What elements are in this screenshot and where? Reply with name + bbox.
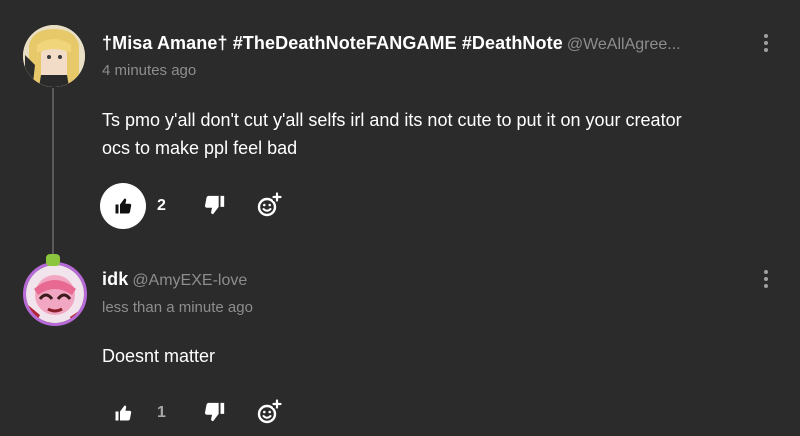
- username[interactable]: idk: [102, 269, 128, 289]
- comment-actions: 2: [100, 183, 320, 229]
- dislike-button[interactable]: [204, 401, 228, 425]
- add-reaction-button[interactable]: [256, 399, 282, 425]
- like-button[interactable]: [100, 390, 146, 436]
- user-handle[interactable]: @AmyEXE-love: [132, 272, 247, 289]
- thumbs-down-icon: [204, 402, 225, 422]
- comment-actions: 1: [100, 390, 320, 436]
- like-count: 1: [157, 404, 166, 421]
- username[interactable]: †Misa Amane† #TheDeathNoteFANGAME #Death…: [102, 33, 563, 53]
- thumbs-up-icon: [115, 405, 132, 421]
- add-reaction-icon: [257, 192, 282, 217]
- comment-header: †Misa Amane† #TheDeathNoteFANGAME #Death…: [102, 32, 681, 56]
- comment-body: Ts pmo y'all don't cut y'all selfs irl a…: [102, 106, 782, 162]
- comment-body: Doesnt matter: [102, 342, 782, 370]
- avatar-badge: [46, 254, 60, 266]
- dislike-button[interactable]: [204, 194, 228, 218]
- like-count: 2: [157, 197, 166, 214]
- comment-body-line: Doesnt matter: [102, 346, 216, 366]
- thumbs-down-icon: [204, 195, 225, 215]
- more-options-icon[interactable]: [756, 34, 776, 56]
- thumbs-up-icon: [115, 198, 132, 214]
- user-handle[interactable]: @WeAllAgree...: [567, 36, 681, 53]
- comment-body-line: ocs to make ppl feel bad: [102, 138, 298, 158]
- add-reaction-button[interactable]: [256, 192, 282, 218]
- add-reaction-icon: [257, 399, 282, 424]
- reply-thread-line: [52, 88, 54, 256]
- comment-timestamp: 4 minutes ago: [102, 62, 197, 79]
- like-button[interactable]: [100, 183, 146, 229]
- comment-body-line: Ts pmo y'all don't cut y'all selfs irl a…: [102, 110, 682, 130]
- comment-header: idk @AmyEXE-love: [102, 268, 247, 292]
- avatar[interactable]: [23, 25, 85, 87]
- comment-timestamp: less than a minute ago: [102, 299, 253, 316]
- more-options-icon[interactable]: [756, 270, 776, 292]
- avatar[interactable]: [23, 262, 87, 326]
